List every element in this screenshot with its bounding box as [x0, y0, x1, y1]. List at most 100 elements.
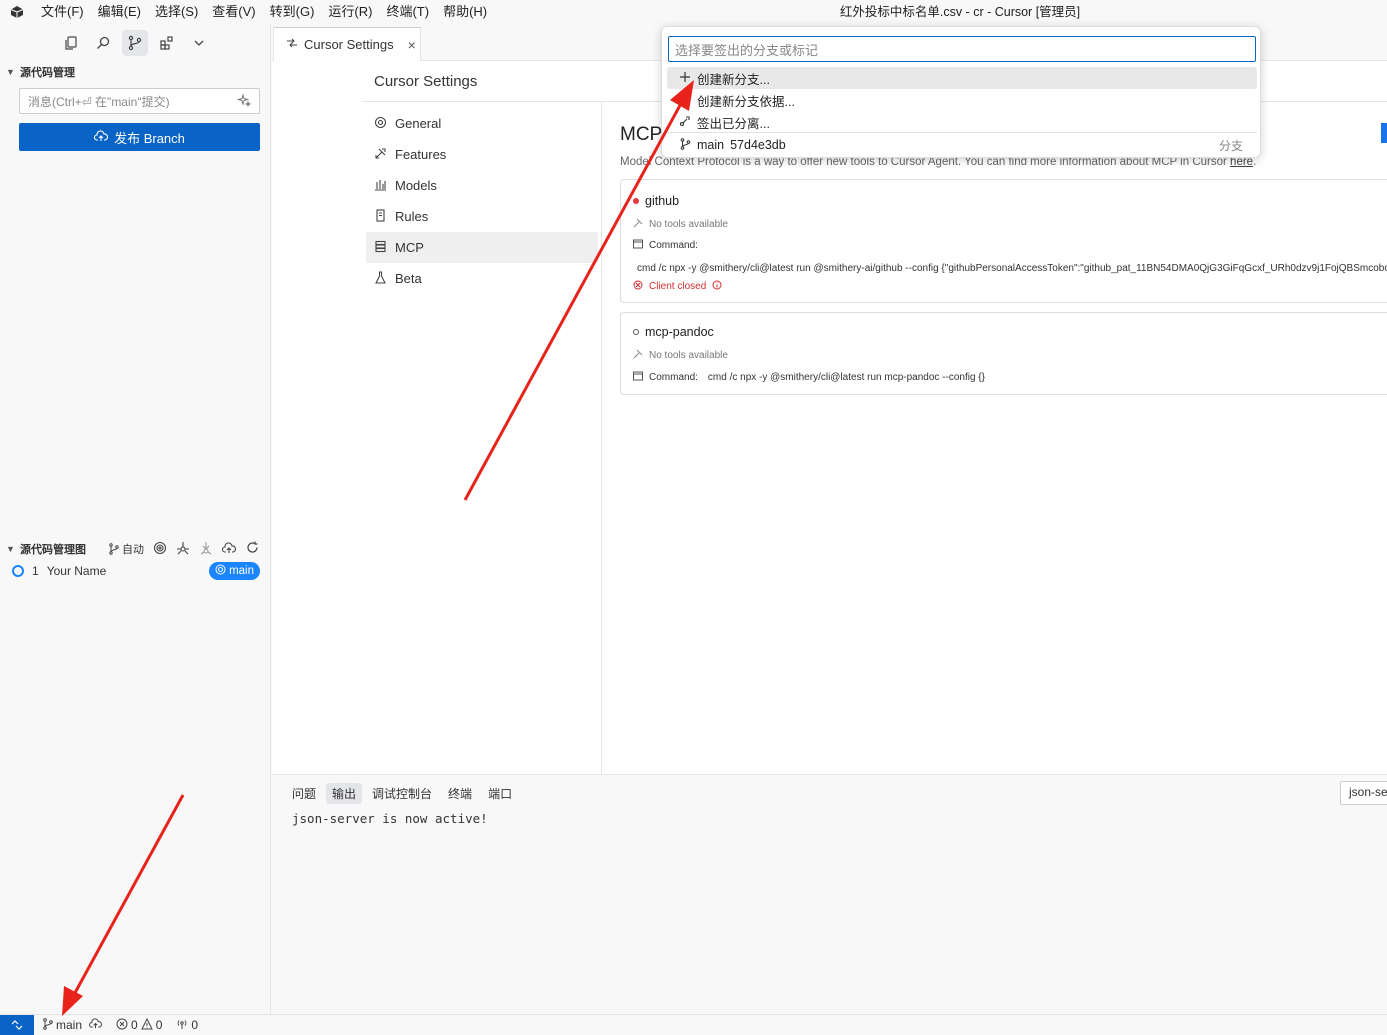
graph-auto-button[interactable]: 自动 [108, 541, 144, 557]
flask-icon [374, 270, 387, 287]
mcp-server-card-pandoc: mcp-pandoc No tools available Command: c… [620, 312, 1387, 395]
nav-item-models[interactable]: Models [366, 170, 598, 201]
create-branch-from-item[interactable]: 创建新分支依据... [667, 89, 1257, 111]
tools-icon [633, 218, 643, 231]
tab-debug-console[interactable]: 调试控制台 [366, 783, 438, 804]
nav-item-general[interactable]: General [366, 108, 598, 139]
extensions-icon[interactable] [154, 30, 180, 56]
status-ports[interactable]: 0 [176, 1018, 198, 1033]
status-dot-icon [633, 329, 639, 335]
create-branch-item[interactable]: 创建新分支... [667, 67, 1257, 89]
commit-message-input[interactable]: 消息(Ctrl+⏎ 在"main"提交) [19, 88, 260, 114]
branch-kind: 分支 [1218, 138, 1243, 153]
fetch-icon[interactable] [176, 541, 190, 558]
refresh-icon[interactable] [246, 541, 259, 557]
target-icon[interactable] [153, 541, 167, 558]
status-row: Client closed [633, 280, 722, 293]
branch-search-input[interactable]: 选择要签出的分支或标记 [668, 36, 1256, 62]
menu-go[interactable]: 转到(G) [263, 0, 322, 24]
plus-icon [679, 93, 691, 108]
pull-icon[interactable] [199, 541, 213, 558]
gear-icon [374, 116, 387, 132]
command-text: cmd /c npx -y @smithery/cli@latest run @… [637, 263, 1387, 274]
item-label: 签出已分离... [697, 116, 770, 131]
source-control-section-header[interactable]: ▼ 源代码管理 [0, 62, 270, 82]
publish-branch-button[interactable]: 发布 Branch [19, 123, 260, 151]
nav-item-mcp[interactable]: MCP [366, 232, 598, 263]
menu-run[interactable]: 运行(R) [321, 0, 379, 24]
server-name: mcp-pandoc [645, 325, 714, 339]
info-icon[interactable] [712, 280, 722, 293]
checkout-detached-item[interactable]: 签出已分离... [667, 111, 1257, 133]
commit-author: Your Name [46, 564, 107, 578]
activity-bar [0, 24, 270, 62]
graph-auto-label: 自动 [122, 544, 144, 556]
status-branch-label: main [56, 1018, 83, 1032]
plus-icon [679, 71, 691, 86]
command-row: Command: [633, 239, 698, 252]
settings-title: Cursor Settings [374, 73, 478, 90]
server-name-row: github [633, 194, 679, 208]
push-icon[interactable] [221, 541, 237, 557]
nav-label: Beta [395, 271, 422, 286]
source-control-icon[interactable] [122, 30, 148, 56]
branch-search-placeholder: 选择要签出的分支或标记 [675, 42, 819, 58]
cloud-upload-icon[interactable] [89, 1018, 103, 1032]
menu-edit[interactable]: 编辑(E) [91, 0, 148, 24]
explorer-icon[interactable] [58, 30, 84, 56]
document-icon [374, 208, 387, 225]
tab-problems[interactable]: 问题 [286, 783, 322, 804]
section-title: 源代码管理 [20, 67, 75, 79]
branch-quick-pick: 选择要签出的分支或标记 创建新分支... 创建新分支依据... 签出已分离...… [661, 26, 1261, 158]
add-server-button[interactable] [1381, 123, 1387, 143]
remote-icon[interactable] [0, 1014, 34, 1035]
tab-label: Cursor Settings [304, 37, 394, 52]
command-label: Command: [649, 240, 698, 251]
menu-view[interactable]: 查看(V) [205, 0, 262, 24]
menu-terminal[interactable]: 终端(T) [379, 0, 436, 24]
settings-tab-icon [286, 37, 298, 52]
client-status: Client closed [649, 281, 707, 292]
nav-label: General [395, 116, 442, 131]
tools-status: No tools available [649, 350, 728, 361]
output-channel-select[interactable]: json-server [1340, 781, 1387, 805]
tab-terminal[interactable]: 终端 [442, 783, 478, 804]
branch-badge-label: main [229, 565, 254, 577]
bottom-panel: 问题 输出 调试控制台 终端 端口 json-server json-serve… [272, 774, 1387, 1014]
broadcast-icon [176, 1018, 188, 1033]
tab-output[interactable]: 输出 [326, 783, 363, 804]
tab-ports[interactable]: 端口 [482, 783, 518, 804]
chevron-down-icon: ▼ [6, 67, 15, 77]
nav-label: MCP [395, 240, 424, 255]
nav-item-rules[interactable]: Rules [366, 201, 598, 232]
nav-item-features[interactable]: Features [366, 139, 598, 170]
item-label: 创建新分支... [697, 72, 770, 87]
commit-placeholder: 消息(Ctrl+⏎ 在"main"提交) [28, 94, 170, 109]
branch-icon [679, 137, 691, 153]
search-icon[interactable] [90, 30, 116, 56]
cloud-upload-icon [94, 129, 109, 145]
graph-commit-row[interactable]: 1 Your Name main [0, 561, 271, 581]
warning-count: 0 [155, 1018, 163, 1032]
source-control-graph-header[interactable]: ▼ 源代码管理图 自动 [0, 539, 271, 559]
menu-selection[interactable]: 选择(S) [148, 0, 205, 24]
branch-main-item[interactable]: main 57d4e3db 分支 [667, 134, 1257, 156]
menu-file[interactable]: 文件(F) [34, 0, 91, 24]
divider [667, 132, 1257, 133]
close-icon[interactable]: × [408, 37, 416, 53]
status-branch[interactable]: main [42, 1017, 103, 1033]
settings-nav: General Features Models Rules MCP Beta [366, 108, 598, 294]
chevron-down-icon[interactable] [186, 30, 212, 56]
nav-divider [601, 102, 602, 774]
menu-help[interactable]: 帮助(H) [436, 0, 494, 24]
terminal-icon [633, 371, 643, 384]
target-icon [215, 564, 226, 578]
sparkle-icon[interactable] [236, 92, 252, 110]
title-bar: 文件(F) 编辑(E) 选择(S) 查看(V) 转到(G) 运行(R) 终端(T… [0, 0, 1387, 24]
error-icon [116, 1018, 128, 1033]
tab-cursor-settings[interactable]: Cursor Settings × [273, 27, 421, 61]
status-problems[interactable]: 0 0 [116, 1017, 163, 1033]
nav-item-beta[interactable]: Beta [366, 263, 598, 294]
mcp-title: MCP [620, 124, 663, 145]
tools-row: No tools available [633, 218, 728, 231]
